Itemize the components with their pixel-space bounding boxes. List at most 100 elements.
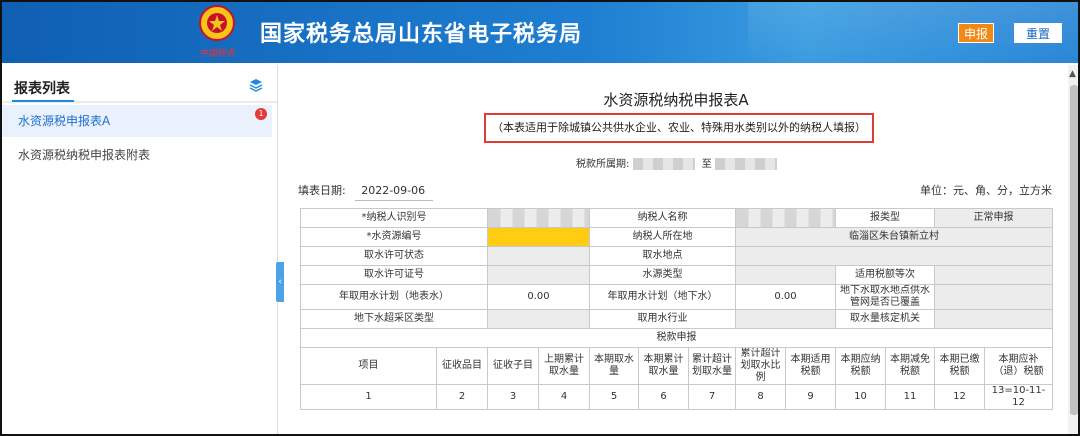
column-header: 本期减免税额 xyxy=(885,347,936,385)
label-permit-status: 取水许可状态 xyxy=(300,246,488,266)
column-number: 10 xyxy=(835,384,887,410)
label-permit-no: 取水许可证号 xyxy=(300,265,488,285)
taxpayer-id-field[interactable] xyxy=(487,208,590,228)
label-tax-rate-tier: 适用税额等次 xyxy=(835,265,936,285)
table-row: *纳税人识别号 纳税人名称 报类型 正常申报 xyxy=(300,208,1054,228)
notification-badge: 1 xyxy=(255,108,267,120)
tax-period: 税款所属期: 至 xyxy=(576,155,777,170)
declaration-table: *纳税人识别号 纳税人名称 报类型 正常申报 *水资源编号 纳税人所在地 临淄区… xyxy=(299,208,1054,410)
label-water-source-type: 水源类型 xyxy=(588,265,737,285)
reset-button[interactable]: 重置 xyxy=(1014,23,1062,43)
permit-status-field[interactable] xyxy=(487,246,590,266)
column-header: 本期应纳税额 xyxy=(835,347,887,385)
column-number: 1 xyxy=(300,384,437,410)
surface-water-plan-value[interactable]: 0.00 xyxy=(487,284,590,310)
column-number-row: 1 2 3 4 5 6 7 8 9 10 11 12 13=10-11-12 xyxy=(300,384,1054,410)
section-title: 税款申报 xyxy=(299,328,1054,348)
label-taxpayer-location: 纳税人所在地 xyxy=(588,227,737,247)
label-declaration-type: 报类型 xyxy=(835,208,936,228)
app-title: 国家税务总局山东省电子税务局 xyxy=(260,22,583,47)
label-verification-authority: 取水量核定机关 xyxy=(835,309,936,329)
fill-date-label: 填表日期: xyxy=(298,184,346,197)
verification-authority-field[interactable] xyxy=(934,309,1054,329)
scrollbar-thumb[interactable] xyxy=(1070,85,1078,415)
units-note: 单位：元、角、分，立方米 xyxy=(920,184,1052,197)
label-pipe-network-covered: 地下水取水地点供水管网是否已覆盖 xyxy=(835,284,936,310)
column-header-row: 项目 征收品目 征收子目 上期累计取水量 本期取水量 本期累计取水量 累计超计划… xyxy=(300,347,1054,385)
column-header: 本期累计取水量 xyxy=(638,347,689,385)
water-source-type-field[interactable] xyxy=(735,265,837,285)
layers-icon[interactable] xyxy=(249,78,263,92)
form-applicability-note: （本表适用于除城镇公共供水企业、农业、特殊用水类别以外的纳税人填报） xyxy=(484,113,874,143)
sidebar-collapse-handle[interactable]: ‹ xyxy=(276,262,284,302)
label-water-industry: 取用水行业 xyxy=(588,309,737,329)
column-number: 2 xyxy=(436,384,488,410)
period-to-label: 至 xyxy=(701,159,712,170)
taxpayer-name-field[interactable] xyxy=(735,208,837,228)
sidebar-item-water-resource-tax-a[interactable]: 水资源税申报表A xyxy=(2,105,272,137)
vertical-scrollbar[interactable]: ▲ xyxy=(1068,65,1078,434)
sidebar-title-underline xyxy=(12,100,74,102)
pipe-network-covered-field[interactable] xyxy=(934,284,1054,310)
intake-location-field[interactable] xyxy=(735,246,1054,266)
column-header: 本期应补（退）税额 xyxy=(984,347,1054,385)
submit-button[interactable]: 申报 xyxy=(958,23,994,43)
app-window: 中国税务 国家税务总局山东省电子税务局 申报 重置 报表列表 水资源税申报表A … xyxy=(0,0,1080,436)
period-end-field[interactable] xyxy=(714,158,777,170)
table-row: 取水许可证号 水源类型 适用税额等次 xyxy=(300,265,1054,285)
table-row: 年取用水计划（地表水） 0.00 年取用水计划（地下水） 0.00 地下水取水地… xyxy=(300,284,1054,310)
table-row: 取水许可状态 取水地点 xyxy=(300,246,1054,266)
column-number: 11 xyxy=(885,384,936,410)
column-header: 上期累计取水量 xyxy=(538,347,590,385)
sidebar-header: 报表列表 xyxy=(2,65,277,103)
column-header: 征收品目 xyxy=(436,347,488,385)
groundwater-plan-value[interactable]: 0.00 xyxy=(735,284,837,310)
label-intake-location: 取水地点 xyxy=(588,246,737,266)
declaration-type-value: 正常申报 xyxy=(934,208,1054,228)
label-surface-water-plan: 年取用水计划（地表水） xyxy=(300,284,488,310)
label-taxpayer-id: *纳税人识别号 xyxy=(300,208,488,228)
sidebar-title: 报表列表 xyxy=(14,81,70,97)
emblem-caption: 中国税务 xyxy=(198,49,235,59)
label-overdraft-zone-type: 地下水超采区类型 xyxy=(300,309,488,329)
label-taxpayer-name: 纳税人名称 xyxy=(588,208,737,228)
table-row: 地下水超采区类型 取用水行业 取水量核定机关 xyxy=(300,309,1054,329)
form-title: 水资源税纳税申报表A xyxy=(603,91,749,109)
tax-rate-tier-field[interactable] xyxy=(934,265,1054,285)
period-label: 税款所属期: xyxy=(576,159,630,170)
sidebar-item-water-resource-tax-schedule[interactable]: 水资源税纳税申报表附表 xyxy=(2,139,272,171)
column-number: 13=10-11-12 xyxy=(984,384,1054,410)
sidebar-item-label: 水资源税申报表A xyxy=(18,114,111,128)
fill-date: 填表日期: 2022-09-06 xyxy=(298,182,434,201)
column-number: 12 xyxy=(934,384,986,410)
column-header: 累计超计划取水比例 xyxy=(735,347,787,385)
tax-emblem-icon xyxy=(199,5,235,41)
column-header: 征收子目 xyxy=(487,347,539,385)
period-start-field[interactable] xyxy=(632,158,695,170)
column-number: 3 xyxy=(487,384,539,410)
column-number: 7 xyxy=(687,384,737,410)
fill-date-value[interactable]: 2022-09-06 xyxy=(355,184,434,201)
table-row: *水资源编号 纳税人所在地 临淄区朱台镇新立村 xyxy=(300,227,1054,247)
column-number: 9 xyxy=(785,384,837,410)
column-number: 6 xyxy=(638,384,689,410)
water-resource-no-field[interactable] xyxy=(487,227,590,247)
column-header: 本期取水量 xyxy=(589,347,639,385)
sidebar-item-label: 水资源税纳税申报表附表 xyxy=(18,148,151,162)
overdraft-zone-type-field[interactable] xyxy=(487,309,590,329)
column-header: 项目 xyxy=(300,347,437,385)
column-header: 本期适用税额 xyxy=(785,347,837,385)
column-number: 8 xyxy=(735,384,787,410)
column-number: 4 xyxy=(538,384,590,410)
top-header: 中国税务 国家税务总局山东省电子税务局 申报 重置 xyxy=(2,2,1078,63)
label-groundwater-plan: 年取用水计划（地下水） xyxy=(588,284,737,310)
water-industry-field[interactable] xyxy=(735,309,837,329)
permit-no-field[interactable] xyxy=(487,265,590,285)
declaration-form: 水资源税纳税申报表A （本表适用于除城镇公共供水企业、农业、特殊用水类别以外的纳… xyxy=(286,65,1066,434)
label-water-resource-no: *水资源编号 xyxy=(300,227,488,247)
column-header: 累计超计划取水量 xyxy=(687,347,737,385)
table-row: 税款申报 xyxy=(299,328,1054,348)
taxpayer-location-value: 临淄区朱台镇新立村 xyxy=(735,227,1054,247)
scroll-up-icon[interactable]: ▲ xyxy=(1069,69,1076,79)
column-header: 本期已缴税额 xyxy=(934,347,986,385)
